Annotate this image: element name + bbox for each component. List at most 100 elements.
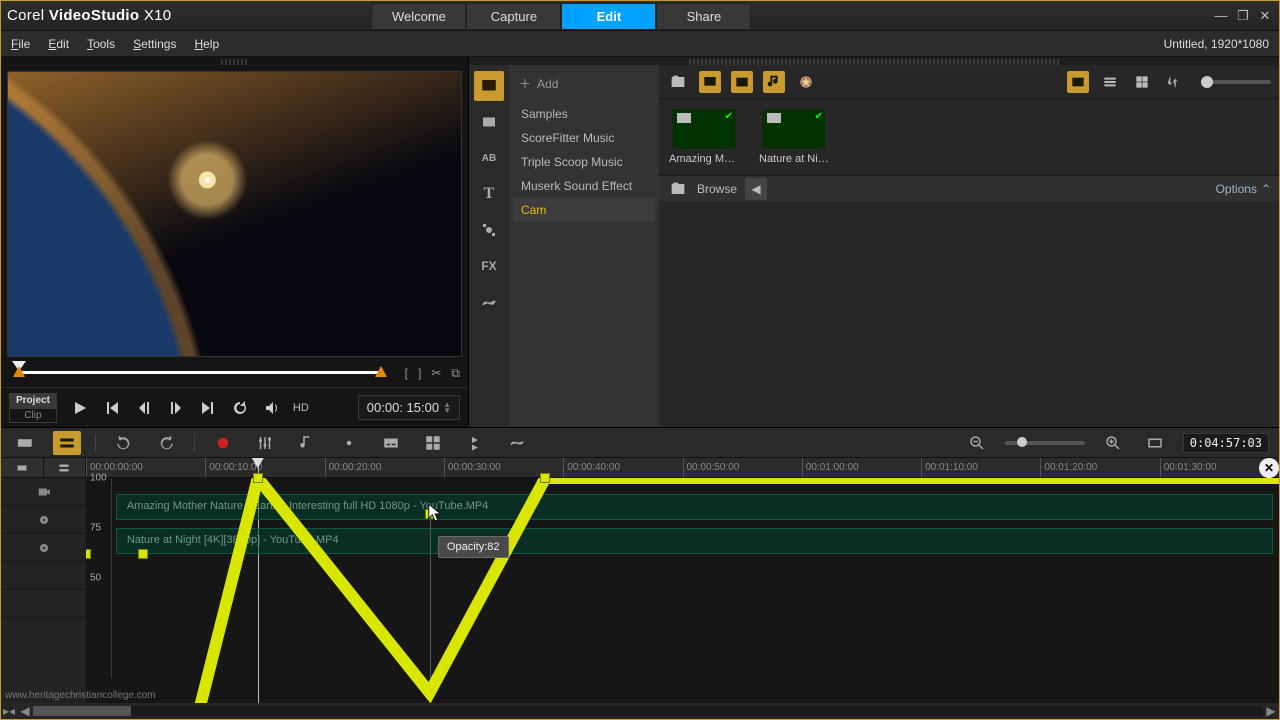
zoom-in-button[interactable] — [1099, 431, 1127, 455]
step-fwd-button[interactable] — [163, 395, 189, 421]
video-track-header[interactable] — [1, 478, 86, 506]
play-scope-toggle[interactable]: Project Clip — [9, 393, 57, 423]
folder-scorefitter[interactable]: ScoreFitter Music — [513, 126, 655, 150]
keyframe-node[interactable] — [253, 473, 263, 483]
media-tab[interactable] — [474, 71, 504, 101]
menu-help[interactable]: Help — [194, 37, 219, 51]
trim-out-handle[interactable] — [375, 366, 387, 377]
scroll-right-button[interactable]: ▶ — [1263, 703, 1279, 719]
keyframe-node[interactable] — [540, 473, 550, 483]
view-list-icon[interactable] — [1099, 71, 1121, 93]
menu-file[interactable]: File — [11, 37, 30, 51]
timeline-view-button[interactable] — [53, 431, 81, 455]
redo-button[interactable] — [152, 431, 180, 455]
trim-in-handle[interactable] — [13, 366, 25, 377]
go-start-button[interactable] — [99, 395, 125, 421]
go-end-button[interactable] — [195, 395, 221, 421]
timeline-timecode[interactable]: 0:04:57:03 — [1183, 433, 1269, 453]
timeline-ruler[interactable]: 00:00:00:00 00:00:10:00 00:00:20:00 00:0… — [86, 458, 1279, 478]
collapse-sidebar-icon[interactable]: ◀ — [745, 178, 767, 200]
overlay2-track-header[interactable] — [1, 534, 86, 562]
menu-settings[interactable]: Settings — [133, 37, 176, 51]
subtitle-button[interactable] — [377, 431, 405, 455]
folder-cam[interactable]: Cam — [513, 198, 655, 222]
toggle-all-tracks-a[interactable] — [1, 458, 44, 477]
timeline-hscroll[interactable]: ▸◂ ◀ ▶ — [1, 703, 1279, 719]
toggle-all-tracks-b[interactable] — [44, 458, 87, 477]
toggle-track-height[interactable]: ▸◂ — [1, 703, 17, 719]
close-opacity-editor[interactable]: ✕ — [1259, 458, 1279, 478]
thumb-size-slider[interactable] — [1201, 80, 1271, 84]
overlay-track-header[interactable] — [1, 506, 86, 534]
title-tab[interactable]: T — [474, 179, 504, 209]
repeat-button[interactable] — [227, 395, 253, 421]
close-button[interactable]: ✕ — [1257, 8, 1273, 24]
undo-button[interactable] — [110, 431, 138, 455]
timeline-zoom-slider[interactable] — [1005, 441, 1085, 445]
tab-welcome[interactable]: Welcome — [371, 3, 466, 29]
tab-edit[interactable]: Edit — [561, 3, 656, 29]
transition-tab[interactable]: AB — [474, 143, 504, 173]
scroll-left-button[interactable]: ◀ — [17, 703, 33, 719]
thumb-item[interactable]: Amazing Mother ... — [669, 109, 739, 165]
filter-photo-icon[interactable] — [731, 71, 753, 93]
filter-audio-icon[interactable] — [763, 71, 785, 93]
preview-viewport[interactable] — [7, 71, 462, 357]
filter-tab[interactable]: FX — [474, 251, 504, 281]
multi-cam-button[interactable] — [419, 431, 447, 455]
tab-capture[interactable]: Capture — [466, 3, 561, 29]
instant-project-tab[interactable] — [474, 107, 504, 137]
split-icon[interactable]: ⧉ — [451, 366, 460, 381]
step-back-button[interactable] — [131, 395, 157, 421]
time-remap-button[interactable] — [461, 431, 489, 455]
thumb-item[interactable]: Nature at Night [... — [759, 109, 829, 165]
keyframe-node[interactable] — [86, 549, 91, 559]
add-folder-button[interactable]: ＋ Add — [513, 71, 655, 102]
voice-track-header[interactable] — [1, 590, 86, 618]
view-thumb-icon[interactable] — [1067, 71, 1089, 93]
play-button[interactable] — [67, 395, 93, 421]
drag-handle[interactable] — [689, 59, 1059, 65]
menu-tools[interactable]: Tools — [87, 37, 115, 51]
mark-in-icon[interactable]: [ — [405, 366, 408, 381]
filter-free-icon[interactable] — [795, 71, 817, 93]
maximize-button[interactable]: ❐ — [1235, 8, 1251, 24]
import-icon[interactable] — [667, 71, 689, 93]
opacity-curve[interactable] — [86, 478, 1279, 703]
browse-label[interactable]: Browse — [697, 182, 737, 196]
auto-music-button[interactable] — [293, 431, 321, 455]
tab-share[interactable]: Share — [656, 3, 751, 29]
mark-out-icon[interactable]: ] — [418, 366, 421, 381]
keyframe-node[interactable] — [138, 549, 148, 559]
scrollbar-thumb[interactable] — [33, 706, 131, 716]
view-grid-icon[interactable] — [1131, 71, 1153, 93]
path-tab[interactable] — [474, 287, 504, 317]
audio-mixer-button[interactable] — [251, 431, 279, 455]
timeline-tracks[interactable]: 00:00:00:00 00:00:10:00 00:00:20:00 00:0… — [86, 458, 1279, 703]
pan-zoom-button[interactable] — [503, 431, 531, 455]
folder-muserk[interactable]: Muserk Sound Effect — [513, 174, 655, 198]
options-toggle[interactable]: Options⌃ — [1216, 182, 1271, 196]
volume-button[interactable] — [259, 395, 285, 421]
fit-project-button[interactable] — [1141, 431, 1169, 455]
record-button[interactable] — [209, 431, 237, 455]
drag-handle[interactable] — [221, 59, 248, 65]
filter-video-icon[interactable] — [699, 71, 721, 93]
cut-icon[interactable]: ✂ — [431, 366, 441, 381]
hd-indicator[interactable]: HD — [293, 402, 309, 414]
preview-timecode[interactable]: 00:00: 15:00 ▲▼ — [358, 395, 460, 420]
graphic-tab[interactable] — [474, 215, 504, 245]
motion-track-button[interactable] — [335, 431, 363, 455]
folder-triplescoop[interactable]: Triple Scoop Music — [513, 150, 655, 174]
opacity-editor[interactable]: 100 75 50 Amazing Mother Nature - Earth … — [86, 478, 1279, 678]
minimize-button[interactable]: — — [1213, 8, 1229, 24]
menu-edit[interactable]: Edit — [48, 37, 69, 51]
timecode-spinner[interactable]: ▲▼ — [443, 402, 451, 414]
browse-icon[interactable] — [667, 178, 689, 200]
sort-icon[interactable] — [1163, 71, 1185, 93]
folder-samples[interactable]: Samples — [513, 102, 655, 126]
zoom-out-button[interactable] — [963, 431, 991, 455]
title-track-header[interactable] — [1, 562, 86, 590]
preview-scrubber[interactable] — [17, 363, 383, 383]
storyboard-view-button[interactable] — [11, 431, 39, 455]
